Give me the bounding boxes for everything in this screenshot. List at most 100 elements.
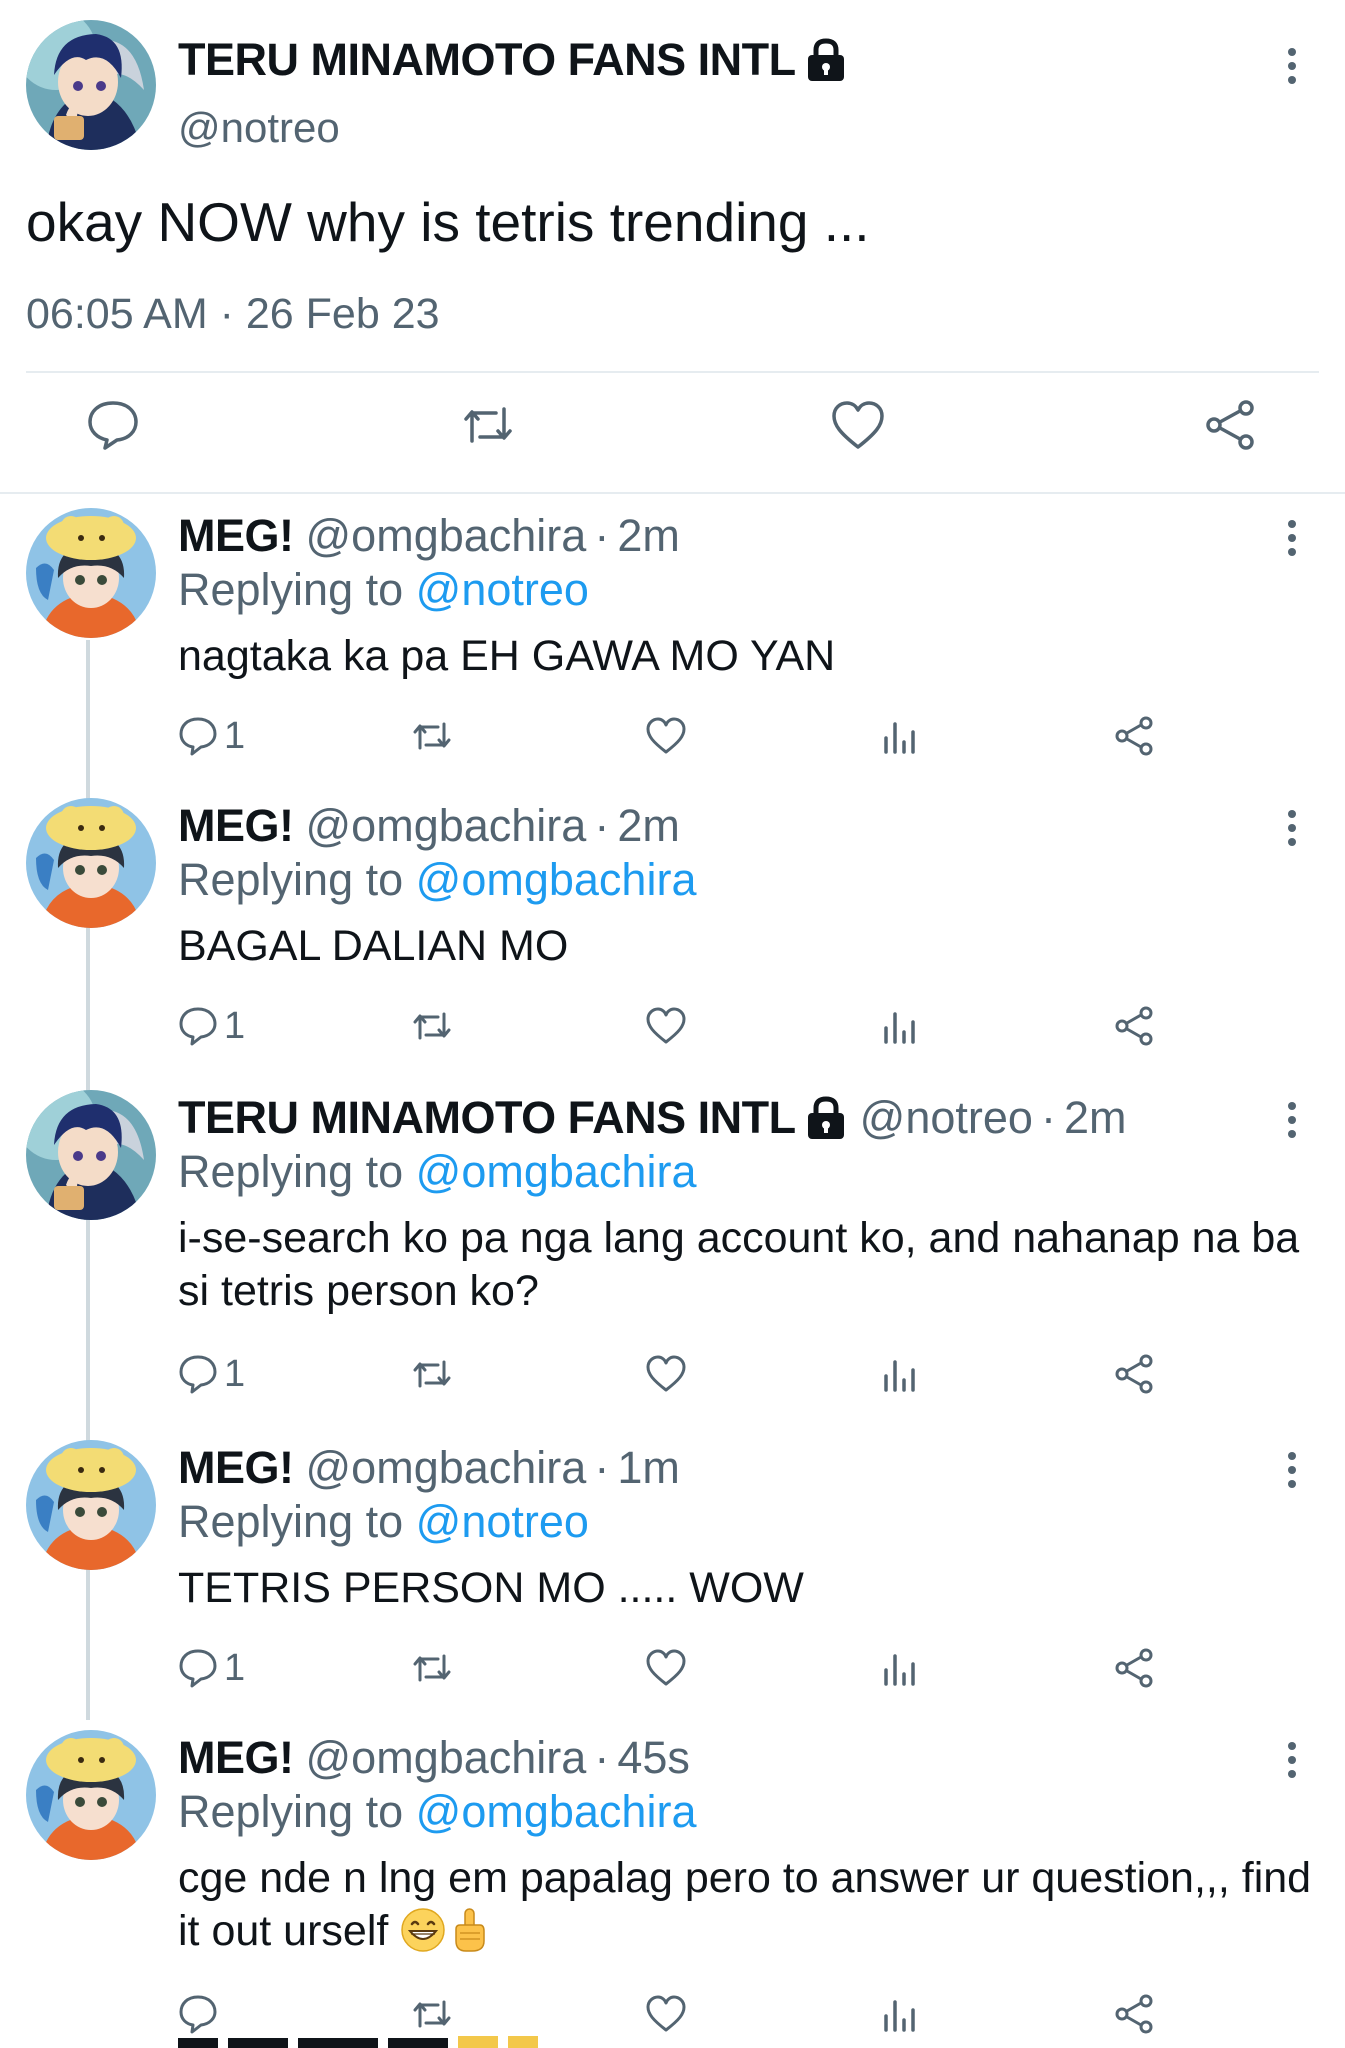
- retweet-icon[interactable]: [410, 714, 454, 758]
- display-name[interactable]: MEG!: [178, 1732, 294, 1784]
- like-icon[interactable]: [644, 714, 688, 758]
- tweet-text: TETRIS PERSON MO ..... WOW: [178, 1564, 804, 1612]
- reply-icon: [179, 1007, 217, 1046]
- tweet-text: nagtaka ka pa EH GAWA MO YAN: [178, 632, 836, 680]
- share-icon[interactable]: [1200, 395, 1260, 455]
- tweet-text: i-se-search ko pa nga lang account ko, a…: [178, 1214, 1300, 1315]
- mention-link[interactable]: @omgbachira: [416, 1146, 697, 1197]
- display-name[interactable]: MEG!: [178, 1442, 294, 1494]
- reply-button[interactable]: 1: [176, 1352, 245, 1396]
- avatar[interactable]: [26, 1730, 156, 1860]
- reply-button[interactable]: 1: [176, 1004, 245, 1048]
- reply-header: TERU MINAMOTO FANS INTL @notreo · 2m: [178, 1092, 1127, 1144]
- mention-link[interactable]: @notreo: [416, 564, 589, 615]
- share-icon[interactable]: [1112, 1352, 1156, 1396]
- like-icon[interactable]: [828, 395, 888, 455]
- reply-header: MEG! @omgbachira · 2m: [178, 800, 680, 852]
- avatar[interactable]: [26, 20, 156, 150]
- reply-tweet[interactable]: MEG! @omgbachira · 1m Replying to @notre…: [0, 1440, 1345, 1710]
- tweet-text: BAGAL DALIAN MO: [178, 922, 569, 970]
- replying-to: Replying to @notreo: [178, 564, 589, 615]
- tweet-timestamp[interactable]: 06:05 AM · 26 Feb 23: [26, 290, 440, 339]
- reply-count: 1: [224, 714, 246, 757]
- replying-to: Replying to @omgbachira: [178, 1786, 697, 1837]
- reply-count: 1: [224, 1646, 246, 1689]
- timestamp[interactable]: 1m: [617, 1442, 680, 1494]
- views-icon[interactable]: [878, 1646, 922, 1690]
- reply-icon[interactable]: [83, 395, 143, 455]
- reply-tweet[interactable]: MEG! @omgbachira · 2m Replying to @omgba…: [0, 798, 1345, 1068]
- reply-count: 1: [224, 1352, 246, 1395]
- handle[interactable]: @notreo: [860, 1092, 1033, 1144]
- replying-to: Replying to @omgbachira: [178, 1146, 697, 1197]
- tweet-actions: 1: [0, 1004, 1345, 1054]
- lock-icon: [807, 1096, 844, 1139]
- share-icon[interactable]: [1112, 714, 1156, 758]
- avatar[interactable]: [26, 1440, 156, 1570]
- handle[interactable]: @omgbachira: [306, 800, 587, 852]
- handle[interactable]: @omgbachira: [306, 1442, 587, 1494]
- tweet-text: cge nde n lng em papalag pero to answer …: [178, 1854, 1312, 1955]
- reply-tweet[interactable]: MEG! @omgbachira · 2m Replying to @notre…: [0, 508, 1345, 778]
- like-icon[interactable]: [644, 1646, 688, 1690]
- more-icon[interactable]: [1285, 48, 1299, 92]
- retweet-icon[interactable]: [410, 1646, 454, 1690]
- share-icon[interactable]: [1112, 1992, 1156, 2036]
- more-icon[interactable]: [1285, 1742, 1299, 1786]
- display-name[interactable]: MEG!: [178, 800, 294, 852]
- tweet-actions: 1: [0, 1352, 1345, 1402]
- views-icon[interactable]: [878, 1992, 922, 2036]
- like-icon[interactable]: [644, 1004, 688, 1048]
- reply-icon: [179, 717, 217, 756]
- display-name[interactable]: TERU MINAMOTO FANS INTL: [178, 1092, 848, 1144]
- mention-link[interactable]: @notreo: [416, 1496, 589, 1547]
- pointing-up-emoji: [455, 1908, 486, 1952]
- mention-link[interactable]: @omgbachira: [416, 854, 697, 905]
- grinning-face-emoji: [401, 1908, 446, 1952]
- tweet-thread-page: TERU MINAMOTO FANS INTL @notreo okay NOW…: [0, 0, 1345, 2048]
- handle[interactable]: @notreo: [178, 104, 340, 152]
- handle[interactable]: @omgbachira: [306, 1732, 587, 1784]
- views-icon[interactable]: [878, 1352, 922, 1396]
- lock-icon: [807, 38, 844, 81]
- avatar[interactable]: [26, 798, 156, 928]
- display-name[interactable]: TERU MINAMOTO FANS INTL: [178, 34, 848, 86]
- replying-to: Replying to @omgbachira: [178, 854, 697, 905]
- tweet-actions: [0, 395, 1345, 465]
- next-tweet-fragment: [178, 2030, 598, 2048]
- retweet-icon[interactable]: [410, 1004, 454, 1048]
- display-name[interactable]: MEG!: [178, 510, 294, 562]
- reply-button[interactable]: 1: [176, 1646, 245, 1690]
- more-icon[interactable]: [1285, 810, 1299, 854]
- reply-icon: [179, 1355, 217, 1394]
- like-icon[interactable]: [644, 1352, 688, 1396]
- retweet-icon[interactable]: [410, 1352, 454, 1396]
- timestamp[interactable]: 2m: [617, 510, 680, 562]
- more-icon[interactable]: [1285, 1452, 1299, 1496]
- tweet-actions: 1: [0, 714, 1345, 764]
- timestamp[interactable]: 45s: [617, 1732, 690, 1784]
- reply-tweet[interactable]: TERU MINAMOTO FANS INTL @notreo · 2m Rep…: [0, 1090, 1345, 1430]
- like-icon[interactable]: [644, 1992, 688, 2036]
- more-icon[interactable]: [1285, 1102, 1299, 1146]
- avatar[interactable]: [26, 1090, 156, 1220]
- views-icon[interactable]: [878, 714, 922, 758]
- timestamp[interactable]: 2m: [1064, 1092, 1127, 1144]
- divider: [26, 371, 1319, 373]
- mention-link[interactable]: @omgbachira: [416, 1786, 697, 1837]
- share-icon[interactable]: [1112, 1004, 1156, 1048]
- reply-button[interactable]: 1: [176, 714, 245, 758]
- reply-header: MEG! @omgbachira · 1m: [178, 1442, 680, 1494]
- timestamp[interactable]: 2m: [617, 800, 680, 852]
- retweet-icon[interactable]: [458, 395, 518, 455]
- reply-tweet[interactable]: MEG! @omgbachira · 45s Replying to @omgb…: [0, 1730, 1345, 2048]
- reply-icon: [179, 1649, 217, 1688]
- avatar[interactable]: [26, 508, 156, 638]
- tweet-text: okay NOW why is tetris trending ...: [26, 191, 870, 253]
- more-icon[interactable]: [1285, 520, 1299, 564]
- views-icon[interactable]: [878, 1004, 922, 1048]
- tweet-actions: 1: [0, 1646, 1345, 1696]
- reply-header: MEG! @omgbachira · 2m: [178, 510, 680, 562]
- handle[interactable]: @omgbachira: [306, 510, 587, 562]
- share-icon[interactable]: [1112, 1646, 1156, 1690]
